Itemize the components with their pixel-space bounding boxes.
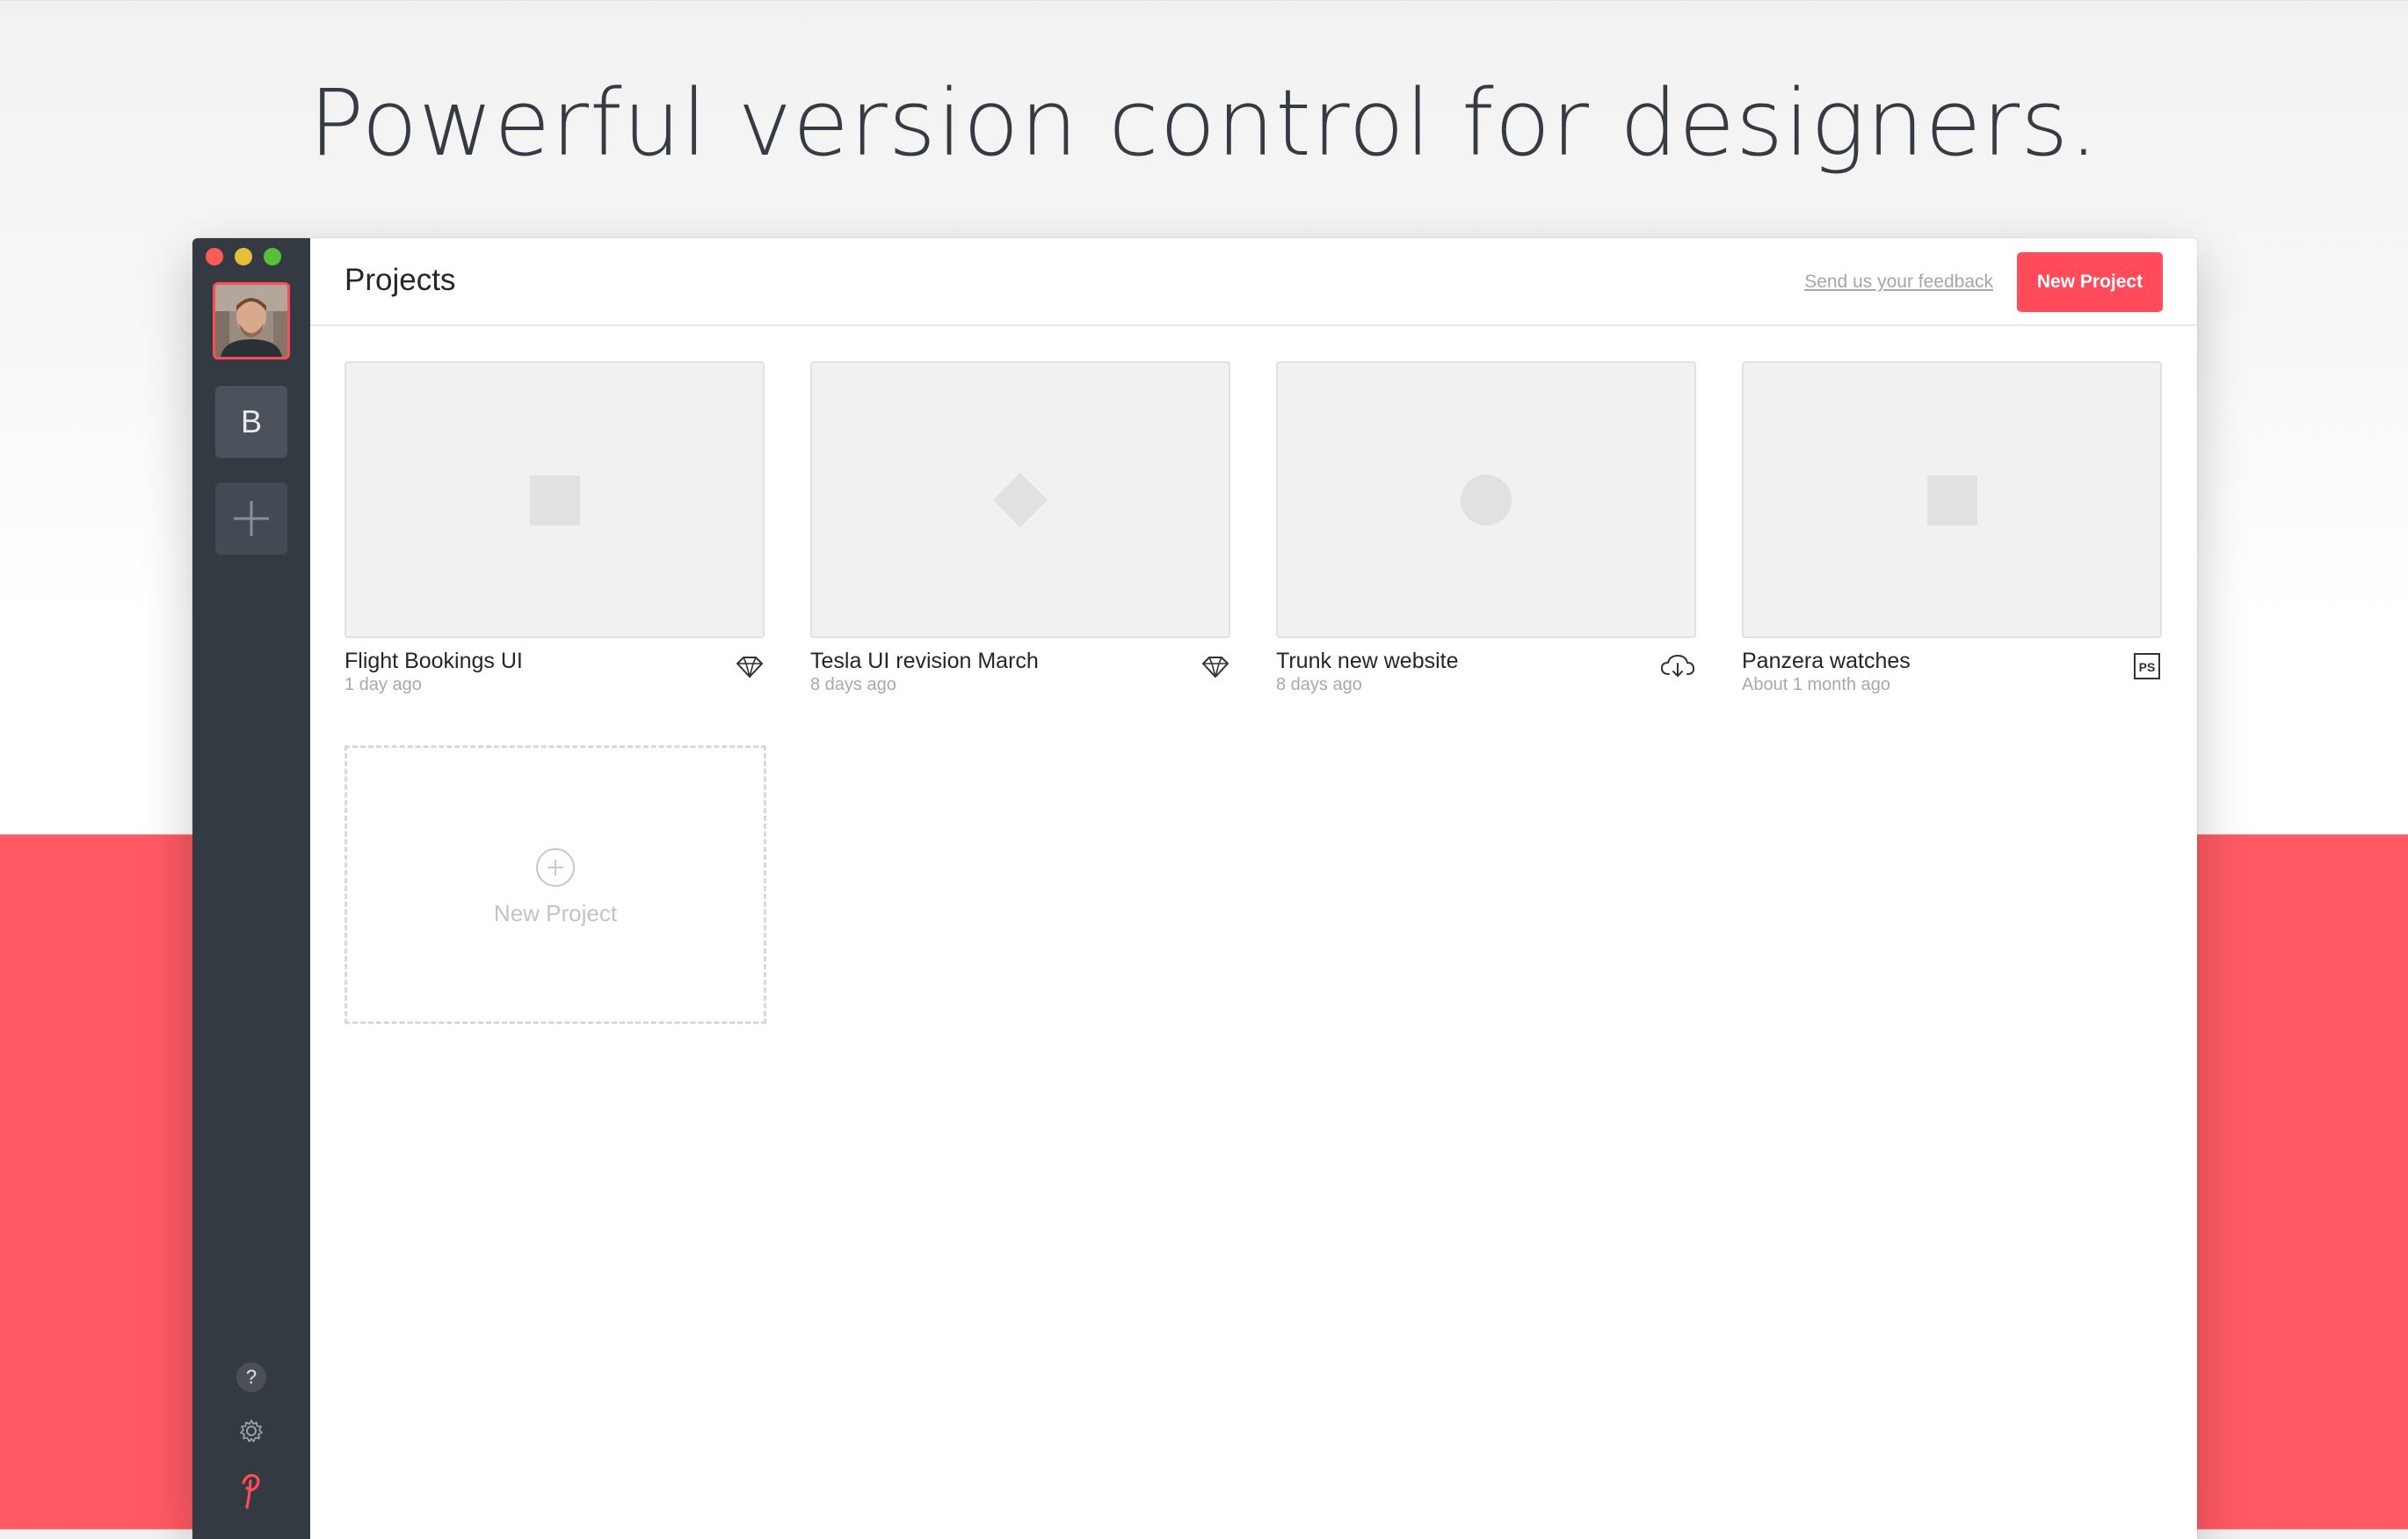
square-placeholder-icon bbox=[1927, 475, 1977, 526]
main-content: Projects Send us your feedback New Proje… bbox=[310, 238, 2197, 1539]
project-thumbnail[interactable] bbox=[1276, 361, 1696, 638]
sidebar: B ? bbox=[192, 238, 310, 1539]
project-name: Panzera watches bbox=[1742, 649, 1911, 673]
app-window: B ? Projects Send us your feedback New P… bbox=[192, 238, 2197, 1539]
minimize-window-button[interactable] bbox=[235, 248, 252, 265]
zoom-window-button[interactable] bbox=[264, 248, 281, 265]
project-name: Flight Bookings UI bbox=[345, 649, 523, 673]
feedback-link[interactable]: Send us your feedback bbox=[1804, 270, 1993, 294]
gear-icon[interactable] bbox=[236, 1416, 266, 1446]
cloud-download-icon[interactable] bbox=[1659, 653, 1696, 679]
project-card[interactable]: Panzera watches About 1 month ago PS bbox=[1742, 361, 2162, 694]
sketch-icon bbox=[1202, 657, 1229, 678]
project-time: 8 days ago bbox=[1276, 675, 1362, 694]
close-window-button[interactable] bbox=[206, 248, 223, 265]
project-card[interactable]: Trunk new website 8 days ago bbox=[1276, 361, 1696, 694]
photoshop-icon: PS bbox=[2134, 653, 2160, 679]
plus-circle-icon bbox=[536, 848, 575, 887]
team-b-button[interactable]: B bbox=[215, 386, 287, 458]
avatar[interactable] bbox=[213, 282, 290, 359]
project-time: 8 days ago bbox=[810, 675, 896, 694]
logo-icon[interactable] bbox=[236, 1469, 266, 1511]
project-name: Tesla UI revision March bbox=[810, 649, 1039, 673]
project-time: 1 day ago bbox=[345, 675, 422, 694]
project-card[interactable]: Tesla UI revision March 8 days ago bbox=[810, 361, 1230, 694]
new-project-card-label: New Project bbox=[493, 900, 618, 926]
page-title: Projects bbox=[345, 263, 456, 297]
project-card[interactable]: Flight Bookings UI 1 day ago bbox=[345, 361, 765, 694]
hero-headline: Powerful version control for designers. bbox=[308, 69, 2100, 177]
plus-icon bbox=[234, 501, 269, 536]
sketch-icon bbox=[736, 657, 763, 678]
new-project-card[interactable]: New Project bbox=[345, 745, 766, 1024]
new-project-button[interactable]: New Project bbox=[2017, 252, 2163, 312]
project-thumbnail[interactable] bbox=[1742, 361, 2162, 638]
diamond-placeholder-icon bbox=[992, 472, 1048, 527]
help-icon[interactable]: ? bbox=[236, 1362, 266, 1392]
project-thumbnail[interactable] bbox=[810, 361, 1230, 638]
photoshop-icon-text: PS bbox=[2139, 660, 2156, 674]
project-time: About 1 month ago bbox=[1742, 675, 1891, 694]
add-team-button[interactable] bbox=[215, 483, 287, 555]
top-bar: Projects Send us your feedback New Proje… bbox=[310, 238, 2197, 326]
square-placeholder-icon bbox=[530, 475, 580, 526]
project-name: Trunk new website bbox=[1276, 649, 1459, 673]
avatar-image bbox=[215, 285, 287, 357]
circle-placeholder-icon bbox=[1461, 474, 1512, 526]
project-thumbnail[interactable] bbox=[345, 361, 765, 638]
